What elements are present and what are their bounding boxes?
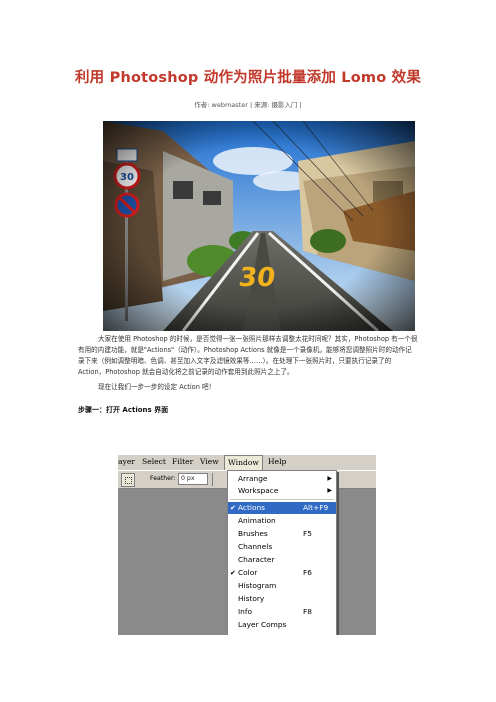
street-photo: 30 30 xyxy=(103,121,415,331)
menu-item-layer-comps[interactable]: Layer Comps xyxy=(228,619,336,631)
article-title: 利用 Photoshop 动作为照片批量添加 Lomo 效果 xyxy=(74,70,422,86)
photoshop-screenshot: ayer Select Filter View Window Help Feat… xyxy=(118,455,376,635)
menu-item-history[interactable]: History xyxy=(228,593,336,605)
menu-item-arrange[interactable]: Arrange ▶ xyxy=(228,473,336,485)
submenu-arrow-icon: ▶ xyxy=(327,475,332,482)
menu-item-brushes[interactable]: Brushes F5 xyxy=(228,528,336,540)
menu-item-character[interactable]: Character xyxy=(228,554,336,566)
menu-filter[interactable]: Filter xyxy=(172,457,193,466)
menu-view[interactable]: View xyxy=(200,457,219,466)
article-meta: 作者: webmaster | 来源: 摄影入门 | xyxy=(194,101,302,109)
step-one-heading: 步骤一：打开 Actions 界面 xyxy=(78,406,169,414)
menu-divider xyxy=(230,499,334,501)
intro-paragraph: 大家在使用 Photoshop 的时候，是否觉得一张一张照片那样去调整太花时间呢… xyxy=(78,335,418,376)
menu-item-workspace[interactable]: Workspace ▶ xyxy=(228,485,336,497)
options-divider xyxy=(212,473,213,486)
checkmark-icon: ✔ xyxy=(230,504,236,512)
menu-item-info[interactable]: Info F8 xyxy=(228,606,336,618)
menu-layer[interactable]: ayer xyxy=(118,457,135,466)
lead-paragraph: 现在让我们一步一步的设定 Action 吧！ xyxy=(98,383,216,391)
menu-item-histogram[interactable]: Histogram xyxy=(228,580,336,592)
menu-item-channels[interactable]: Channels xyxy=(228,541,336,553)
checkmark-icon: ✔ xyxy=(230,569,236,577)
marquee-tool-icon[interactable] xyxy=(121,473,135,487)
menu-item-animation[interactable]: Animation xyxy=(228,515,336,527)
menu-window[interactable]: Window xyxy=(224,455,263,471)
menu-help[interactable]: Help xyxy=(268,457,286,466)
menu-item-color[interactable]: ✔ Color F6 xyxy=(228,567,336,579)
window-menu-dropdown: Arrange ▶ Workspace ▶ ✔ Actions Alt+F9 A… xyxy=(227,470,337,635)
feather-label: Feather: xyxy=(150,475,176,482)
submenu-arrow-icon: ▶ xyxy=(327,487,332,494)
feather-input[interactable]: 0 px xyxy=(178,473,208,485)
menu-select[interactable]: Select xyxy=(142,457,166,466)
menubar: ayer Select Filter View Window Help xyxy=(118,455,376,471)
menu-item-actions[interactable]: ✔ Actions Alt+F9 xyxy=(228,502,336,514)
